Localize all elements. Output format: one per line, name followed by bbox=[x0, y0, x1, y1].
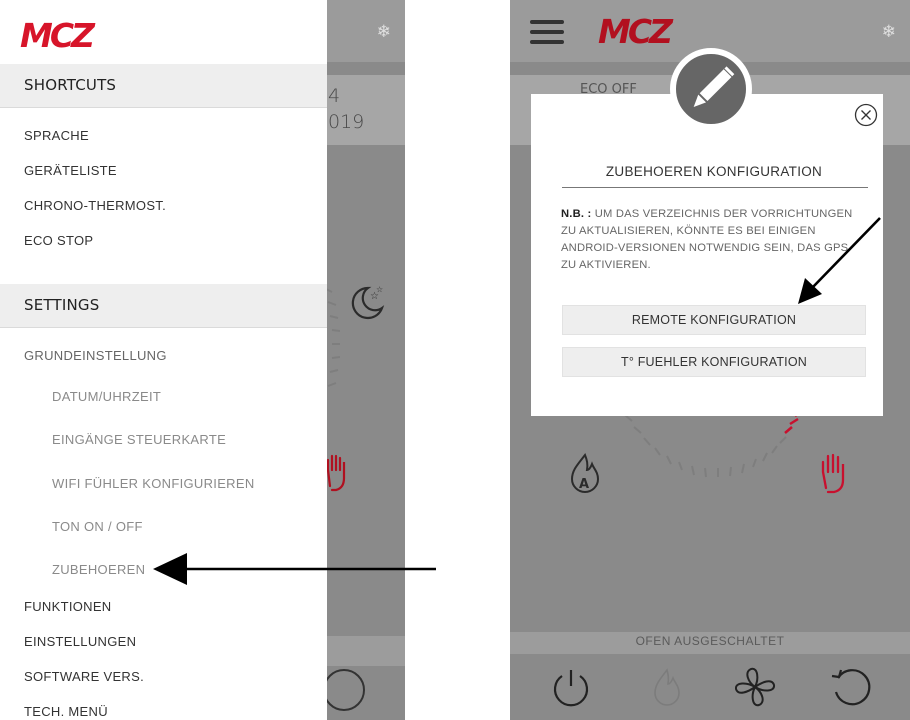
dialog-note: N.B. : UM DAS VERZEICHNIS DER VORRICHTUN… bbox=[561, 206, 861, 274]
fan-icon[interactable] bbox=[732, 664, 778, 710]
menu-item-eingaenge-steuerkarte[interactable]: EINGÄNGE STEUERKARTE bbox=[52, 432, 226, 447]
pencil-icon bbox=[693, 66, 735, 108]
menu-item-funktionen[interactable]: FUNKTIONEN bbox=[24, 599, 112, 614]
snowflake-icon: ❄ bbox=[376, 22, 391, 42]
remote-konfiguration-button[interactable]: REMOTE KONFIGURATION bbox=[562, 305, 866, 335]
menu-item-ton-on-off[interactable]: TON ON / OFF bbox=[52, 519, 143, 534]
temperature-dial-icon bbox=[624, 409, 804, 478]
note-text: UM DAS VERZEICHNIS DER VORRICHTUNGEN ZU … bbox=[561, 208, 853, 271]
accessories-config-dialog: ZUBEHOEREN KONFIGURATION N.B. : UM DAS V… bbox=[531, 94, 883, 416]
svg-text:MCZ: MCZ bbox=[20, 18, 96, 52]
menu-item-grundeinstellung[interactable]: GRUNDEINSTELLUNG bbox=[24, 348, 167, 363]
manual-mode-icon bbox=[821, 453, 845, 494]
background-fragment: 4 bbox=[328, 85, 341, 107]
power-icon[interactable] bbox=[548, 664, 594, 710]
night-mode-icon: ☆ ☆ bbox=[351, 285, 385, 320]
navigation-drawer: MCZ SHORTCUTS SPRACHE GERÄTELISTE CHRONO… bbox=[0, 0, 327, 720]
menu-item-geraeteliste[interactable]: GERÄTELISTE bbox=[24, 163, 117, 178]
menu-item-datum-uhrzeit[interactable]: DATUM/UHRZEIT bbox=[52, 389, 161, 404]
stove-status-text: OFEN AUSGESCHALTET bbox=[635, 634, 785, 648]
menu-item-eco-stop[interactable]: ECO STOP bbox=[24, 233, 93, 248]
svg-text:MCZ: MCZ bbox=[598, 14, 674, 48]
auto-flame-icon: A bbox=[570, 453, 600, 493]
menu-item-wifi-fuehler[interactable]: WIFI FÜHLER KONFIGURIEREN bbox=[52, 476, 255, 491]
divider bbox=[562, 187, 868, 188]
hamburger-menu-icon[interactable] bbox=[530, 20, 564, 44]
right-phone-screen: MCZ ❄ ECO OFF A OFEN AUSGESCHALTET ZUBEH… bbox=[510, 0, 910, 720]
flame-icon[interactable] bbox=[644, 664, 690, 710]
menu-item-chrono-thermost[interactable]: CHRONO-THERMOST. bbox=[24, 198, 166, 213]
menu-item-zubehoeren[interactable]: ZUBEHOEREN bbox=[52, 562, 145, 577]
menu-item-software-vers[interactable]: SOFTWARE VERS. bbox=[24, 669, 144, 684]
shortcuts-header: SHORTCUTS bbox=[0, 64, 327, 108]
svg-text:A: A bbox=[579, 477, 589, 492]
refresh-icon[interactable] bbox=[828, 664, 874, 710]
note-label: N.B. : bbox=[561, 208, 592, 220]
dialog-title: ZUBEHOEREN KONFIGURATION bbox=[605, 164, 823, 179]
snowflake-icon: ❄ bbox=[881, 22, 896, 42]
menu-item-tech-menue[interactable]: TECH. MENÜ bbox=[24, 704, 108, 719]
refresh-icon bbox=[323, 669, 365, 711]
mcz-logo: MCZ bbox=[598, 14, 677, 48]
menu-item-sprache[interactable]: SPRACHE bbox=[24, 128, 89, 143]
svg-text:☆: ☆ bbox=[376, 285, 383, 294]
fuehler-konfiguration-button[interactable]: T° FUEHLER KONFIGURATION bbox=[562, 347, 866, 377]
mcz-logo: MCZ bbox=[20, 18, 99, 52]
background-fragment: 019 bbox=[328, 111, 365, 133]
edit-badge bbox=[670, 48, 752, 130]
settings-header: SETTINGS bbox=[0, 284, 327, 328]
menu-item-einstellungen[interactable]: EINSTELLUNGEN bbox=[24, 634, 136, 649]
left-phone-screen: ❄ 4 019 ☆ ☆ MCZ SHORTCUTS SPRACHE GERÄTE… bbox=[0, 0, 405, 720]
close-icon[interactable] bbox=[854, 103, 878, 127]
